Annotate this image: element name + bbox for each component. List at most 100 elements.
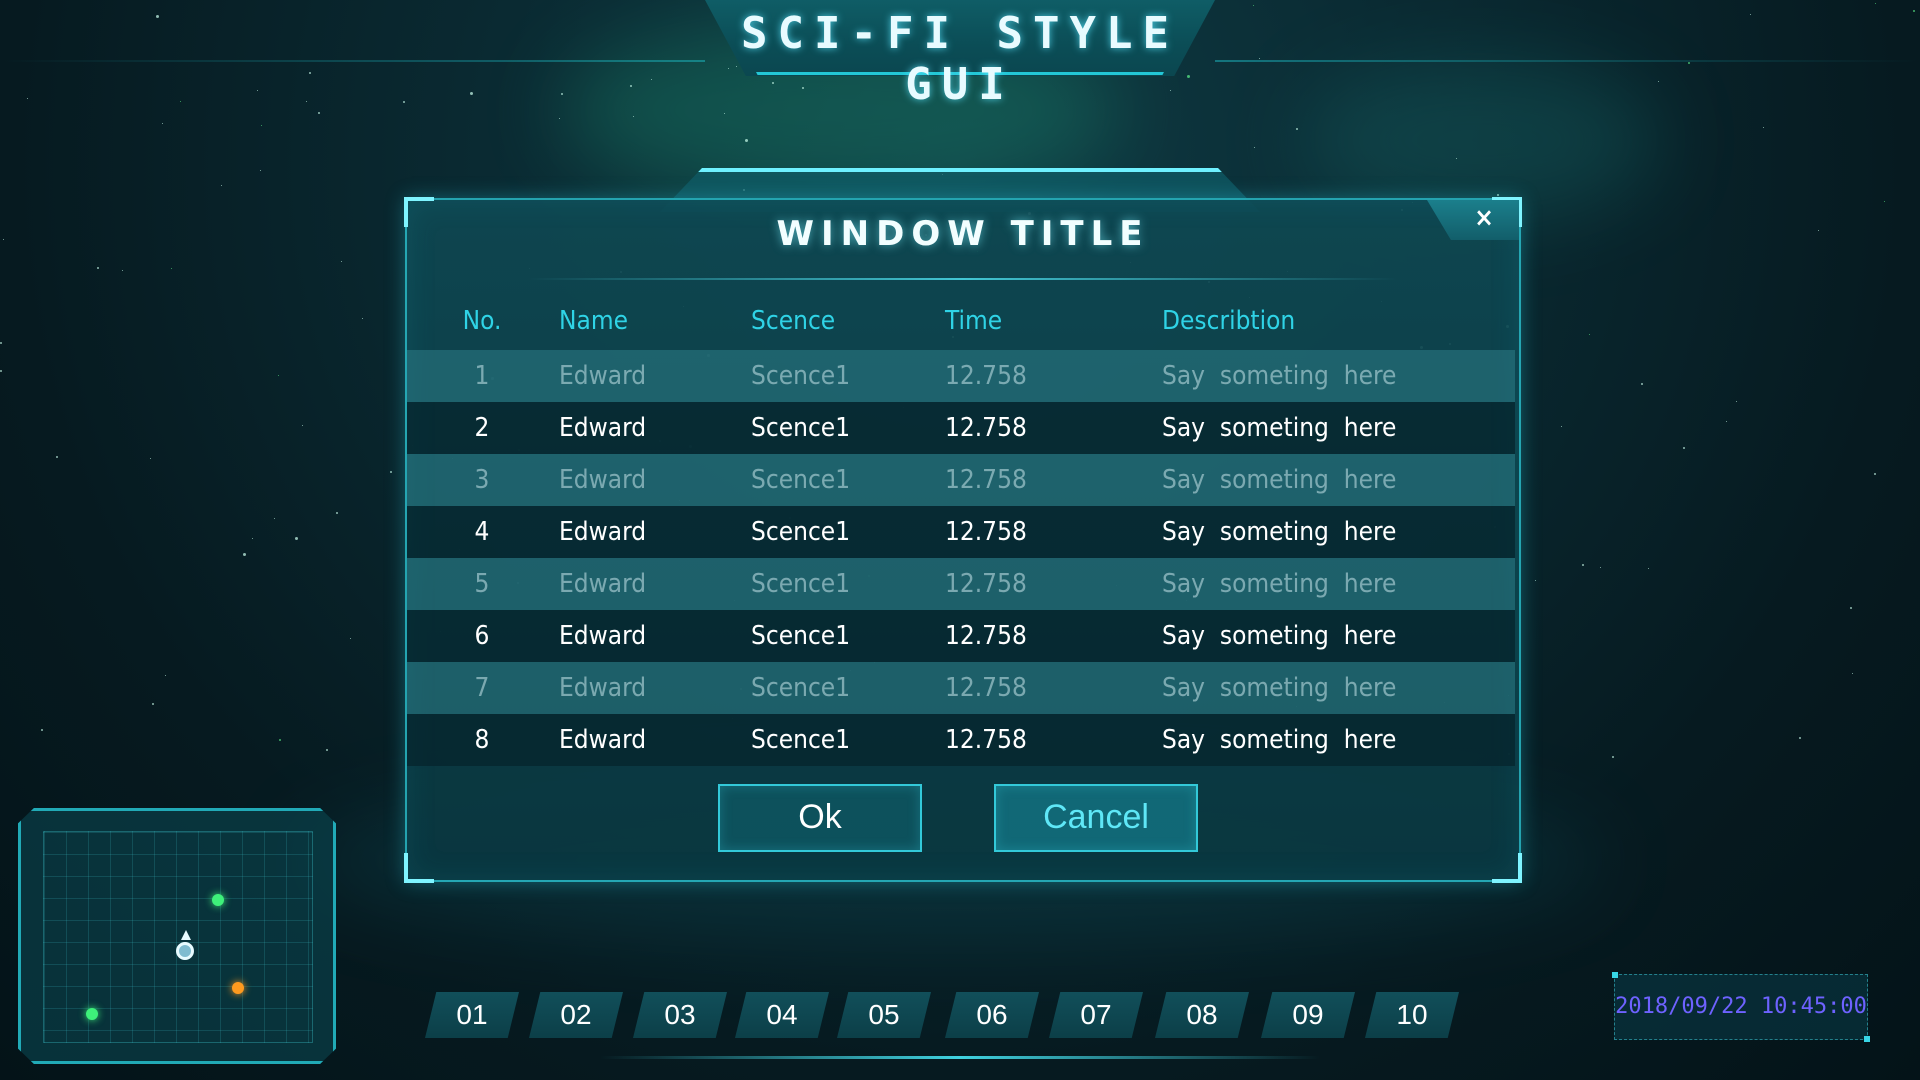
star — [1884, 201, 1885, 202]
cell-name: Edward — [559, 673, 647, 703]
star — [651, 79, 652, 80]
star — [1726, 421, 1727, 422]
tabs-underline — [600, 1056, 1320, 1059]
star — [309, 72, 311, 74]
app-header: SCI-FI STYLE GUI — [0, 0, 1920, 110]
star — [630, 85, 632, 87]
page-tab-02[interactable]: 02 — [529, 992, 623, 1038]
star — [390, 471, 392, 473]
table-row[interactable]: 5 Edward Scence1 12.758 Say someting her… — [407, 558, 1515, 610]
star — [1648, 568, 1649, 569]
star — [0, 342, 2, 344]
star — [41, 729, 43, 731]
cell-scene: Scence1 — [751, 465, 851, 495]
star — [221, 185, 222, 186]
cell-name: Edward — [559, 517, 647, 547]
star — [561, 93, 563, 95]
cell-description: Say someting here — [1162, 465, 1397, 495]
cell-description: Say someting here — [1162, 517, 1397, 547]
page-tab-03[interactable]: 03 — [633, 992, 727, 1038]
star — [252, 538, 253, 539]
dialog-window: WINDOW TITLE × No. Name Scence Time Desc… — [404, 197, 1522, 883]
star — [336, 512, 338, 514]
cell-no: 6 — [474, 621, 490, 651]
table-row[interactable]: 3 Edward Scence1 12.758 Say someting her… — [407, 454, 1515, 506]
column-header-no[interactable]: No. — [407, 292, 558, 350]
corner-decoration — [404, 853, 434, 883]
star — [1850, 607, 1852, 609]
table-header-row: No. Name Scence Time Describtion — [407, 292, 1515, 350]
star — [1852, 673, 1853, 674]
green-dot — [86, 1008, 98, 1020]
header-line-left — [0, 60, 705, 62]
column-header-description[interactable]: Describtion — [1161, 292, 1515, 350]
column-header-name[interactable]: Name — [558, 292, 750, 350]
star — [152, 703, 154, 705]
cell-time: 12.758 — [945, 361, 1027, 391]
table-row[interactable]: 4 Edward Scence1 12.758 Say someting her… — [407, 506, 1515, 558]
cell-time: 12.758 — [945, 413, 1027, 443]
cell-name: Edward — [559, 569, 647, 599]
page-tab-06[interactable]: 06 — [945, 992, 1039, 1038]
table-row[interactable]: 1 Edward Scence1 12.758 Say someting her… — [407, 350, 1515, 402]
cell-time: 12.758 — [945, 465, 1027, 495]
star — [162, 123, 163, 124]
page-tab-04[interactable]: 04 — [735, 992, 829, 1038]
page-tab-10[interactable]: 10 — [1365, 992, 1459, 1038]
cell-scene: Scence1 — [751, 413, 851, 443]
star — [633, 116, 634, 117]
star — [0, 370, 2, 372]
cell-description: Say someting here — [1162, 673, 1397, 703]
orange-dot — [232, 982, 244, 994]
ok-button[interactable]: Ok — [718, 784, 922, 852]
data-table: No. Name Scence Time Describtion 1 Edwar… — [407, 292, 1515, 766]
column-header-time[interactable]: Time — [944, 292, 1161, 350]
cell-time: 12.758 — [945, 621, 1027, 651]
cell-name: Edward — [559, 465, 647, 495]
star — [27, 98, 28, 99]
cell-no: 4 — [474, 517, 490, 547]
star — [1561, 426, 1562, 427]
app-title: SCI-FI STYLE GUI — [741, 8, 1179, 110]
table-row[interactable]: 8 Edward Scence1 12.758 Say someting her… — [407, 714, 1515, 766]
page-tab-05[interactable]: 05 — [837, 992, 931, 1038]
table-row[interactable]: 6 Edward Scence1 12.758 Say someting her… — [407, 610, 1515, 662]
star — [261, 125, 262, 126]
star — [403, 101, 405, 103]
table-row[interactable]: 7 Edward Scence1 12.758 Say someting her… — [407, 662, 1515, 714]
star — [362, 318, 363, 319]
star — [1296, 128, 1298, 130]
star — [1658, 81, 1659, 82]
page-tab-07[interactable]: 07 — [1049, 992, 1143, 1038]
star — [470, 92, 473, 95]
page-tab-08[interactable]: 08 — [1155, 992, 1249, 1038]
star — [1582, 564, 1584, 566]
star — [56, 456, 58, 458]
cell-time: 12.758 — [945, 569, 1027, 599]
star — [150, 458, 151, 459]
star — [326, 749, 328, 751]
star — [1763, 127, 1764, 128]
star — [257, 90, 258, 91]
star — [122, 270, 123, 271]
star — [318, 112, 320, 114]
cell-name: Edward — [559, 413, 647, 443]
table-row[interactable]: 2 Edward Scence1 12.758 Say someting her… — [407, 402, 1515, 454]
radar-minimap[interactable] — [18, 808, 336, 1064]
star — [1600, 567, 1601, 568]
star — [1818, 230, 1819, 231]
cell-description: Say someting here — [1162, 569, 1397, 599]
cell-scene: Scence1 — [751, 725, 851, 755]
cell-no: 5 — [474, 569, 490, 599]
close-icon: × — [1474, 203, 1494, 233]
star — [1254, 147, 1255, 148]
star — [1874, 473, 1876, 475]
page-tab-01[interactable]: 01 — [425, 992, 519, 1038]
column-header-scene[interactable]: Scence — [750, 292, 944, 350]
star — [1736, 401, 1737, 402]
player-arrow-icon — [181, 930, 191, 940]
cell-no: 2 — [474, 413, 490, 443]
page-tab-09[interactable]: 09 — [1261, 992, 1355, 1038]
cancel-button[interactable]: Cancel — [994, 784, 1198, 852]
star — [1456, 158, 1457, 159]
